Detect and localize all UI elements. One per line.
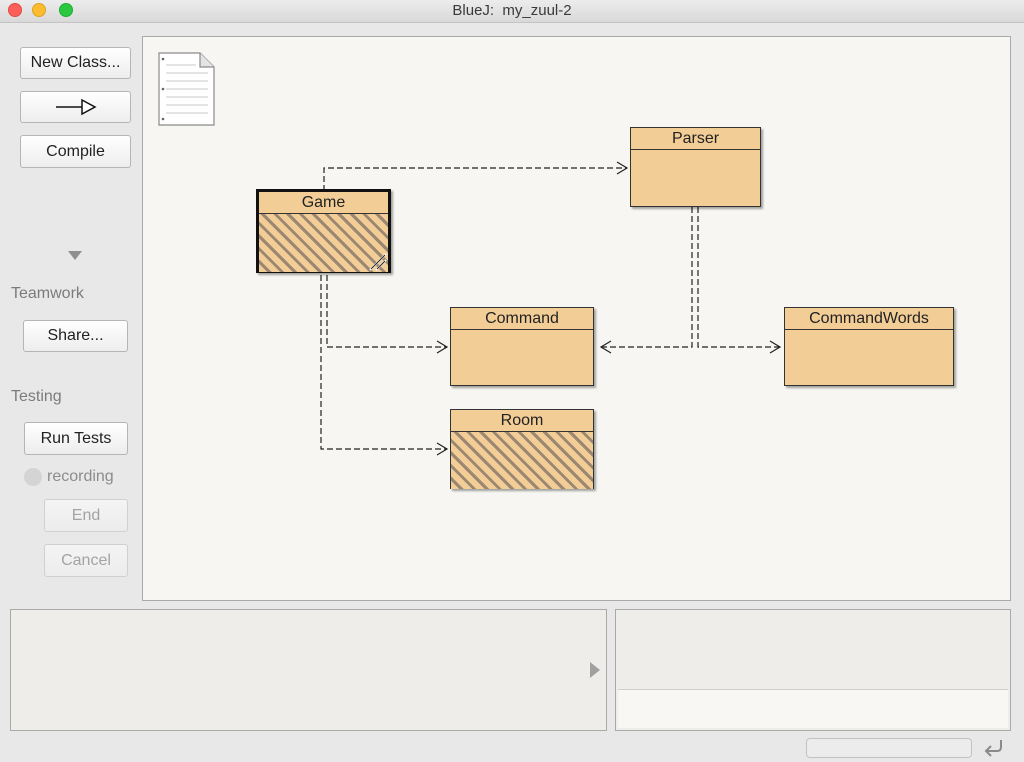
recording-label: recording [47,468,114,485]
end-button[interactable]: End [44,499,128,532]
class-commandwords[interactable]: CommandWords [784,307,954,386]
class-name: Room [451,410,593,432]
class-command[interactable]: Command [450,307,594,386]
class-diagram-canvas[interactable]: Game Parser Command CommandWords Room [142,36,1011,601]
teamwork-label: Teamwork [11,285,84,302]
dependency-game-parser [323,167,627,191]
uncompiled-hatch [259,214,388,272]
class-parser[interactable]: Parser [630,127,761,207]
triangle-down-icon[interactable] [68,251,82,261]
codepad-panel [615,609,1011,731]
window-title: BlueJ: my_zuul-2 [452,2,572,19]
codepad-input[interactable] [618,689,1008,728]
dependency-game-command [326,275,447,348]
resize-handle-icon[interactable] [367,251,387,271]
class-name: CommandWords [785,308,953,330]
class-name: Parser [631,128,760,150]
readme-document-icon[interactable] [156,51,218,129]
triangle-right-icon[interactable] [590,662,600,678]
new-class-button[interactable]: New Class... [20,47,131,79]
cancel-button[interactable]: Cancel [44,544,128,577]
class-name: Game [259,192,388,214]
dependency-parser-command [601,207,693,348]
share-button[interactable]: Share... [23,320,128,352]
dependency-parser-commandwords [697,207,780,348]
class-name: Command [451,308,593,330]
uncompiled-hatch [451,432,593,489]
record-indicator-icon [24,468,42,486]
class-room[interactable]: Room [450,409,594,489]
inheritance-arrow-icon [55,98,97,116]
title-bar: BlueJ: my_zuul-2 [0,0,1024,23]
compile-button[interactable]: Compile [20,135,131,168]
new-inheritance-arrow-button[interactable] [20,91,131,123]
object-bench-panel[interactable] [10,609,607,731]
run-tests-button[interactable]: Run Tests [24,422,128,455]
status-field [806,738,972,758]
testing-label: Testing [11,388,62,405]
dependency-game-room [320,275,447,450]
return-arrow-icon[interactable] [982,737,1006,759]
class-game[interactable]: Game [256,189,391,273]
